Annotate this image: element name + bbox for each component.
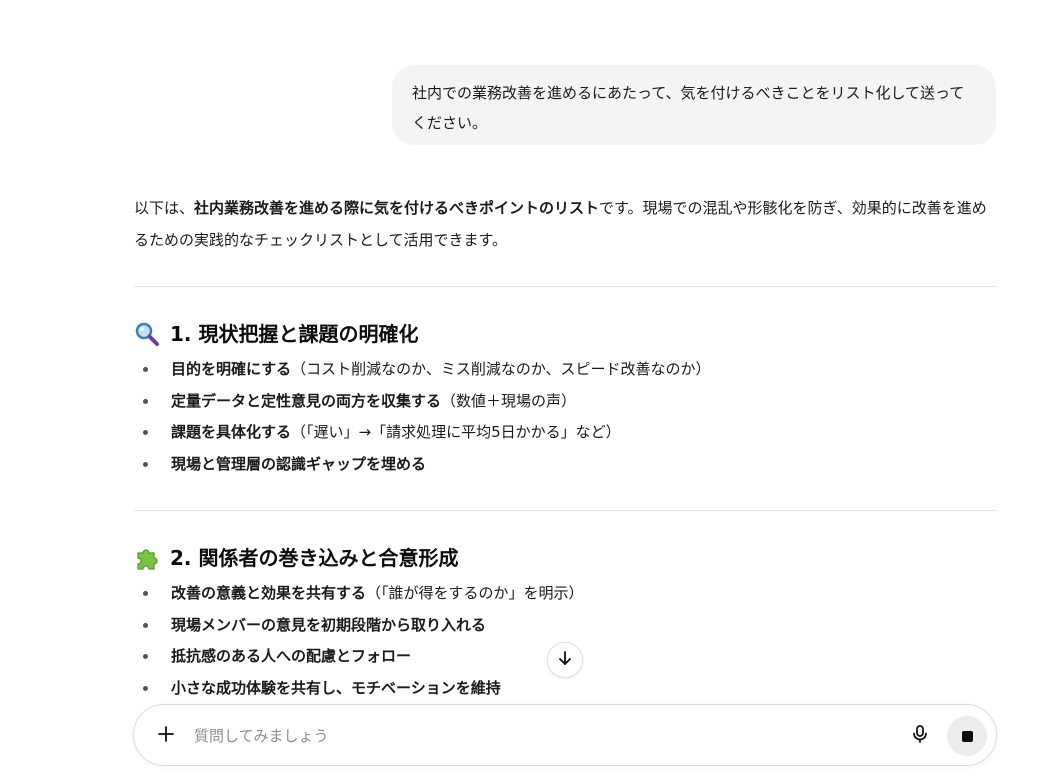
section-title-text: 1. 現状把握と課題の明確化 (170, 322, 419, 346)
magnifying-glass-icon (134, 321, 160, 347)
scroll-to-bottom-button[interactable] (547, 642, 583, 678)
item-rest: （コスト削減なのか、ミス削減なのか、スピード改善なのか） (291, 360, 711, 378)
assistant-response: 以下は、社内業務改善を進める際に気を付けるべきポイントのリストです。現場での混乱… (134, 192, 996, 704)
item-strong: 小さな成功体験を共有し、モチベーションを維持 (171, 678, 501, 697)
microphone-icon (910, 724, 930, 748)
item-rest: （「誰が得をするのか」を明示） (366, 584, 584, 602)
voice-input-button[interactable] (907, 723, 933, 749)
list-item: 改善の意義と効果を共有する（「誰が得をするのか」を明示） (134, 578, 996, 610)
list-item: 目的を明確にする（コスト削減なのか、ミス削減なのか、スピード改善なのか） (134, 354, 996, 386)
item-strong: 改善の意義と効果を共有する (171, 584, 367, 602)
list-item: 現場と管理層の認識ギャップを埋める (134, 449, 996, 481)
intro-prefix: 以下は、 (134, 199, 195, 217)
stop-generating-button[interactable] (947, 716, 987, 756)
intro-bold: 社内業務改善を進める際に気を付けるべきポイントのリスト (194, 199, 600, 217)
user-message-bubble: 社内での業務改善を進めるにあたって、気を付けるべきことをリスト化して送ってくださ… (392, 65, 996, 145)
item-strong: 現場メンバーの意見を初期段階から取り入れる (171, 615, 487, 634)
plus-icon (157, 725, 175, 747)
item-strong: 抵抗感のある人への配慮とフォロー (171, 647, 412, 665)
stop-icon (961, 730, 973, 742)
message-input[interactable]: 質問してみましょう (194, 724, 329, 748)
message-composer: 質問してみましょう (133, 704, 997, 766)
item-strong: 課題を具体化する (171, 423, 292, 441)
list-item: 現場メンバーの意見を初期段階から取り入れる (134, 610, 996, 642)
bullet-dot (143, 461, 148, 467)
section-divider (134, 286, 996, 287)
list-item: 定量データと定性意見の両方を収集する（数値＋現場の声） (134, 386, 996, 418)
bullet-dot (143, 685, 148, 691)
bullet-dot (143, 591, 148, 596)
section-divider (134, 510, 996, 511)
item-strong: 現場と管理層の認識ギャップを埋める (171, 454, 427, 473)
item-strong: 目的を明確にする (171, 360, 292, 378)
bullet-dot (143, 622, 148, 628)
item-rest: （「遅い」→「請求処理に平均5日かかる」など） (291, 423, 621, 441)
chat-page: 社内での業務改善を進めるにあたって、気を付けるべきことをリスト化して送ってくださ… (0, 0, 1055, 775)
section-heading: 2. 関係者の巻き込みと合意形成 (134, 544, 996, 572)
bullet-dot (143, 654, 148, 659)
item-strong: 定量データと定性意見の両方を収集する (171, 391, 442, 410)
section-heading: 1. 現状把握と課題の明確化 (134, 320, 996, 348)
bullet-dot (143, 398, 148, 404)
item-rest: （数値＋現場の声） (441, 391, 577, 410)
arrow-down-icon (556, 649, 574, 671)
user-message-text: 社内での業務改善を進めるにあたって、気を付けるべきことをリスト化して送ってくださ… (412, 84, 965, 132)
add-attachment-button[interactable] (153, 723, 179, 749)
list-item: 課題を具体化する（「遅い」→「請求処理に平均5日かかる」など） (134, 417, 996, 449)
section-bullet-list: 改善の意義と効果を共有する（「誰が得をするのか」を明示） 現場メンバーの意見を初… (134, 578, 996, 704)
response-intro: 以下は、社内業務改善を進める際に気を付けるべきポイントのリストです。現場での混乱… (134, 192, 996, 256)
puzzle-piece-icon (134, 545, 160, 571)
section-bullet-list: 目的を明確にする（コスト削減なのか、ミス削減なのか、スピード改善なのか） 定量デ… (134, 354, 996, 480)
section-title-text: 2. 関係者の巻き込みと合意形成 (170, 546, 459, 570)
bullet-dot (143, 430, 148, 435)
bullet-dot (143, 367, 148, 372)
